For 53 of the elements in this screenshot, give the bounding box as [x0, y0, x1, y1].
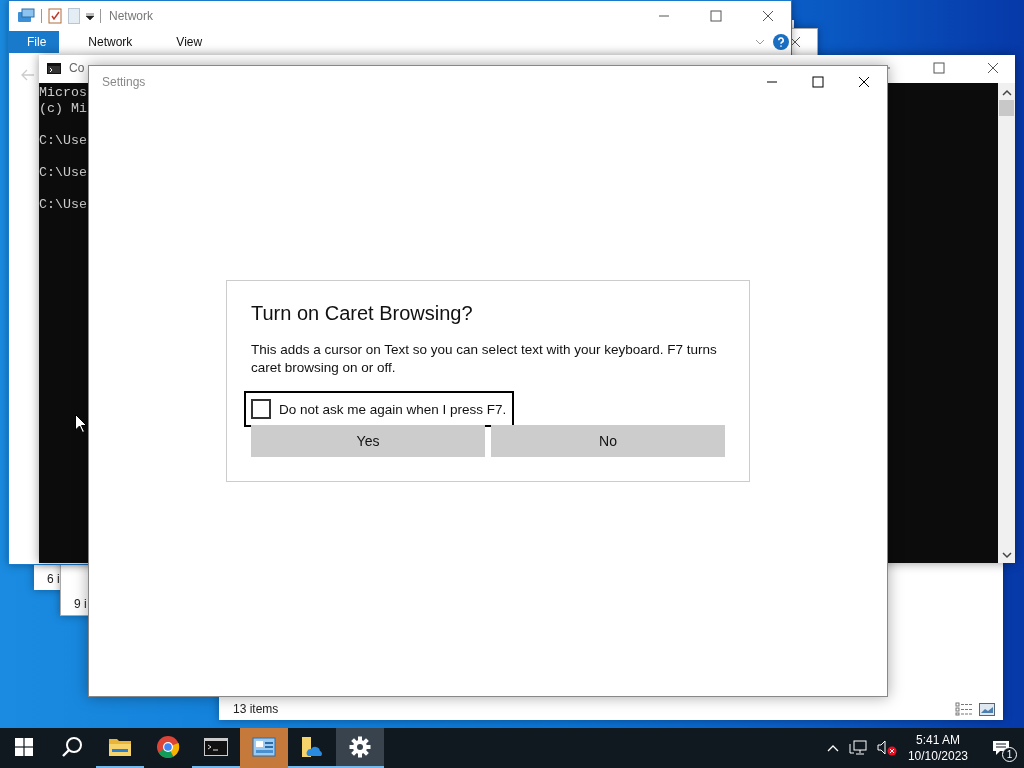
- close-icon[interactable]: [762, 10, 774, 22]
- console-line: (c) Mi: [39, 101, 87, 117]
- cloud-folder-icon: [300, 736, 324, 758]
- terminal-icon: [204, 738, 228, 756]
- item-count: 13 items: [233, 702, 280, 716]
- checkbox[interactable]: [251, 399, 271, 419]
- close-icon[interactable]: [858, 76, 870, 88]
- network-icon[interactable]: [848, 740, 867, 756]
- picture-view-icon[interactable]: [979, 702, 995, 716]
- search-icon: [61, 736, 83, 758]
- console-icon[interactable]: [47, 62, 61, 74]
- window-title: Network: [109, 9, 153, 23]
- browser-icon: [156, 735, 180, 759]
- close-icon[interactable]: [789, 36, 801, 48]
- scroll-up-icon[interactable]: [1001, 89, 1012, 96]
- windows-logo-icon: [15, 738, 33, 756]
- taskbar-button[interactable]: [336, 728, 384, 768]
- chevron-down-icon[interactable]: [755, 39, 765, 45]
- clock-date[interactable]: 10/10/2023: [907, 748, 968, 764]
- muted-speaker-icon[interactable]: [876, 740, 897, 756]
- dropdown-icon[interactable]: [86, 12, 94, 20]
- details-view-icon[interactable]: [955, 702, 973, 716]
- scroll-thumb[interactable]: [999, 100, 1014, 116]
- console-line: Micros: [39, 85, 87, 101]
- clock-time[interactable]: 5:41 AM: [915, 732, 960, 748]
- properties-icon[interactable]: [17, 8, 35, 24]
- chevron-up-icon[interactable]: [826, 744, 839, 752]
- dialog-button[interactable]: Yes: [251, 425, 485, 457]
- console-line: C:\Use: [39, 133, 87, 149]
- window-title: Settings: [102, 75, 146, 89]
- checked-document-icon[interactable]: [48, 8, 62, 24]
- ribbon-tab[interactable]: File: [9, 31, 60, 53]
- folder-icon: [108, 737, 132, 757]
- console-line: C:\Use: [39, 197, 87, 213]
- gear-icon: [349, 736, 371, 758]
- help-icon[interactable]: [773, 34, 789, 50]
- dialog-button[interactable]: No: [491, 425, 725, 457]
- close-icon[interactable]: [987, 62, 999, 74]
- ribbon-tab[interactable]: Network: [73, 31, 148, 53]
- window-title: Co: [69, 61, 85, 75]
- notification-count: 1: [1002, 747, 1017, 762]
- maximize-icon[interactable]: [812, 76, 824, 88]
- control-panel-icon: [252, 737, 276, 757]
- status-text: 6 i: [47, 572, 60, 586]
- notification-button[interactable]: 1: [978, 728, 1024, 768]
- checkbox-label[interactable]: Do not ask me again when I press F7.: [279, 401, 507, 417]
- dialog-title: Turn on Caret Browsing?: [251, 302, 474, 325]
- ribbon-tab[interactable]: View: [161, 31, 218, 53]
- dialog-message: This adds a cursor on Text so you can select text with your keyboard. F7 turns caret browsing on or off.: [251, 341, 718, 377]
- status-text: 9 i: [74, 597, 87, 611]
- scroll-down-icon[interactable]: [1001, 552, 1012, 559]
- scrollbar[interactable]: [998, 83, 1015, 563]
- console-line: C:\Use: [39, 165, 87, 181]
